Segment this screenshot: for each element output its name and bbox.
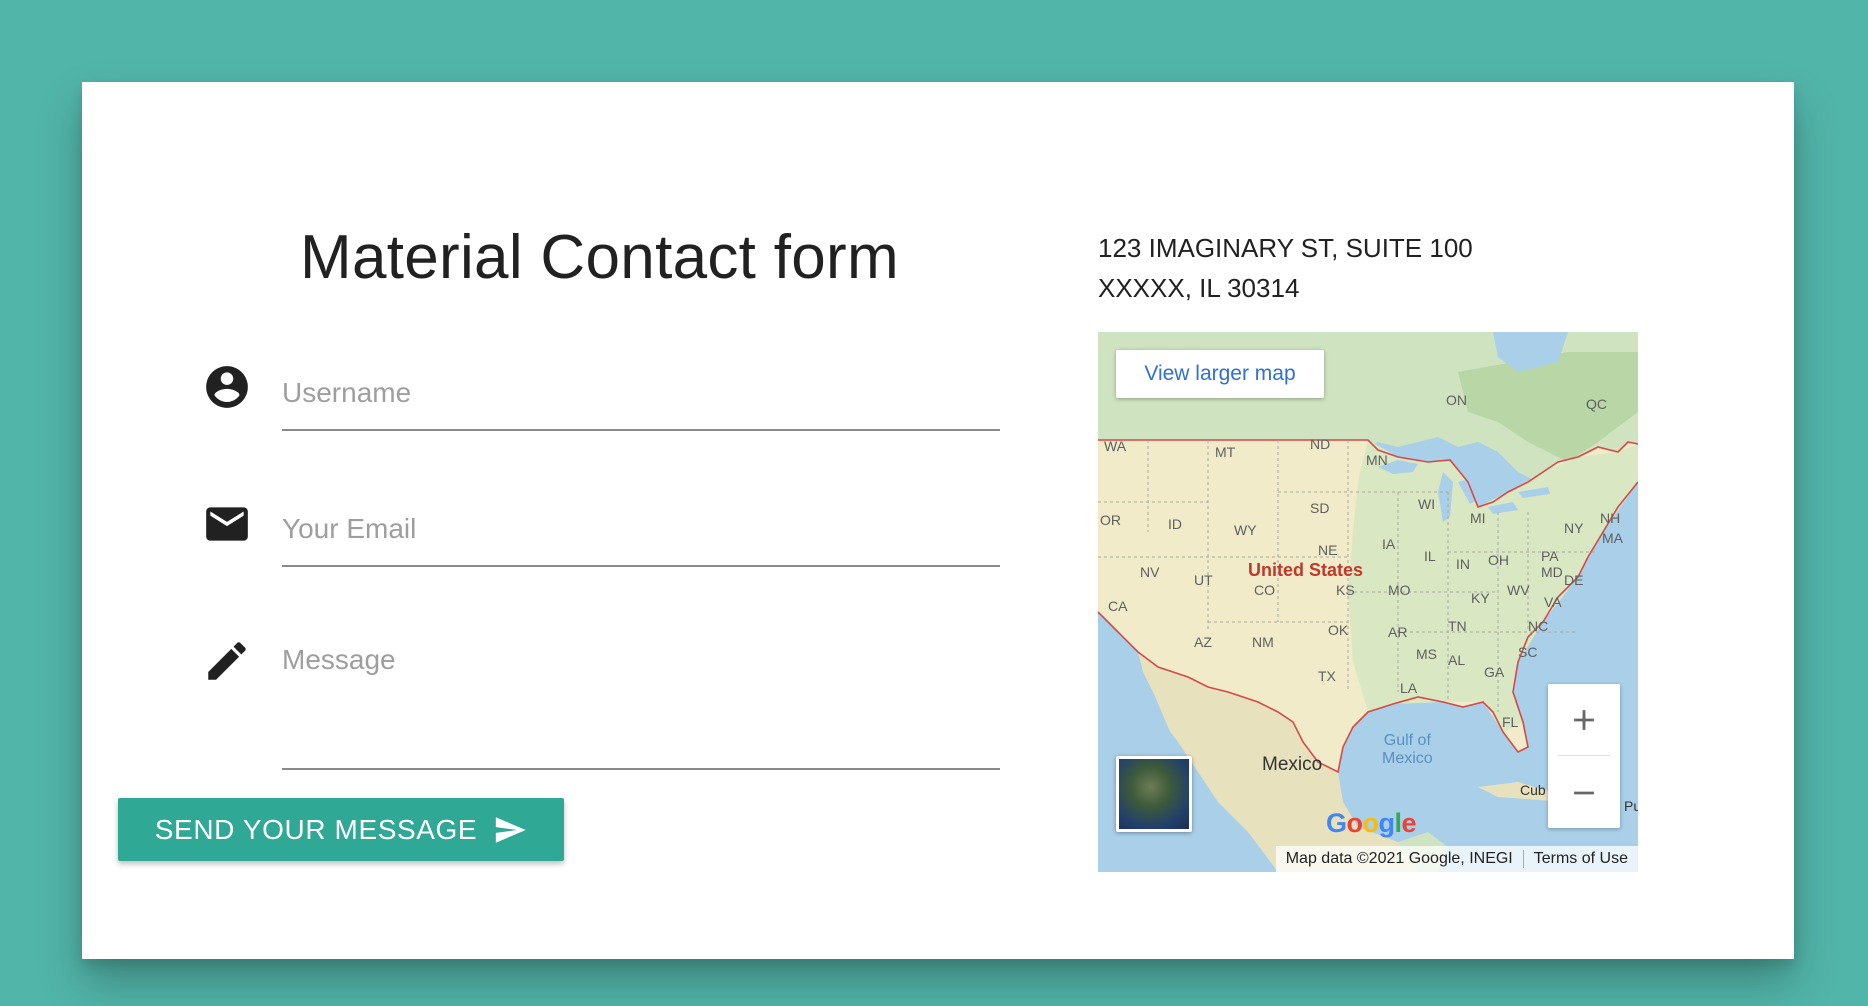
map-label-ny: NY <box>1564 520 1584 536</box>
map-label-in: IN <box>1456 556 1470 572</box>
view-larger-map-button[interactable]: View larger map <box>1116 350 1324 398</box>
map-label-md: MD <box>1541 564 1563 580</box>
map-label-ia: IA <box>1382 536 1396 552</box>
email-icon <box>202 499 252 549</box>
address-line-2: XXXXX, IL 30314 <box>1098 273 1300 303</box>
map-label-wv: WV <box>1507 582 1530 598</box>
map-label-ms: MS <box>1416 646 1437 662</box>
map-label-al: AL <box>1448 652 1466 668</box>
zoom-divider <box>1558 755 1610 756</box>
map-label-co: CO <box>1254 582 1275 598</box>
map-label-cuba: Cub <box>1520 782 1546 798</box>
map-label-pa: PA <box>1541 548 1559 564</box>
map-label-va: VA <box>1544 594 1562 610</box>
map-attribution: Map data ©2021 Google, INEGI <box>1285 850 1513 867</box>
map-label-ar: AR <box>1388 624 1408 640</box>
map-label-mi: MI <box>1470 510 1486 526</box>
map-label-oh: OH <box>1488 552 1509 568</box>
zoom-controls <box>1548 684 1620 828</box>
email-input[interactable] <box>282 504 1000 554</box>
minus-icon <box>1574 791 1594 794</box>
map-label-qc: QC <box>1586 396 1607 412</box>
map-label-or: OR <box>1100 512 1121 528</box>
map-label-united-states: United States <box>1248 560 1364 580</box>
map-label-de: DE <box>1564 572 1584 588</box>
message-input[interactable] <box>282 644 1000 754</box>
map-label-ok: OK <box>1328 622 1349 638</box>
account-circle-icon <box>202 362 252 412</box>
map-label-ks: KS <box>1336 582 1355 598</box>
map-label-on: ON <box>1446 392 1467 408</box>
map-label-mo: MO <box>1388 582 1411 598</box>
username-underline <box>282 429 1000 431</box>
map-label-wy: WY <box>1234 522 1257 538</box>
username-field <box>282 368 1000 431</box>
map-label-mt: MT <box>1215 444 1236 460</box>
map-label-tn: TN <box>1448 618 1467 634</box>
map-label-fl: FL <box>1502 714 1519 730</box>
map-label-sd: SD <box>1310 500 1330 516</box>
map-label-ca: CA <box>1108 598 1128 614</box>
map-embed[interactable]: WA MT ND MN ON QC OR ID WY SD WI MI NY N… <box>1098 332 1638 872</box>
send-button-label: SEND YOUR MESSAGE <box>154 813 478 845</box>
message-underline <box>282 768 1000 770</box>
map-label-puerto-rico: Pu <box>1624 798 1638 814</box>
map-label-id: ID <box>1168 516 1182 532</box>
pencil-icon <box>202 636 252 686</box>
zoom-in-button[interactable] <box>1548 684 1620 755</box>
plus-icon <box>1574 709 1594 730</box>
map-label-az: AZ <box>1194 634 1212 650</box>
email-field <box>282 504 1000 567</box>
map-label-gulf-of-mexico: Gulf of Mexico <box>1382 732 1433 767</box>
map-label-ne: NE <box>1318 542 1338 558</box>
map-attribution-bar: Map data ©2021 Google, INEGI Terms of Us… <box>1275 846 1638 872</box>
address-block: 123 IMAGINARY ST, SUITE 100 XXXXX, IL 30… <box>1098 228 1473 308</box>
zoom-out-button[interactable] <box>1548 757 1620 828</box>
map-label-il: IL <box>1424 548 1436 564</box>
send-icon <box>493 813 527 847</box>
map-label-ga: GA <box>1484 664 1505 680</box>
terms-of-use-link[interactable]: Terms of Use <box>1524 850 1638 868</box>
map-label-mexico: Mexico <box>1262 754 1323 775</box>
map-label-wi: WI <box>1418 496 1436 512</box>
map-label-tx: TX <box>1318 668 1336 684</box>
page-title: Material Contact form <box>300 223 899 292</box>
map-label-ut: UT <box>1194 572 1213 588</box>
map-label-nv: NV <box>1140 564 1160 580</box>
google-logo: Google <box>1326 808 1417 838</box>
map-label-nd: ND <box>1310 436 1331 452</box>
map-label-mn: MN <box>1366 452 1388 468</box>
address-line-1: 123 IMAGINARY ST, SUITE 100 <box>1098 233 1473 263</box>
message-field <box>282 644 1000 770</box>
map-label-wa: WA <box>1104 438 1127 454</box>
map-label-sc: SC <box>1518 644 1538 660</box>
username-input[interactable] <box>282 368 1000 418</box>
map-label-ky: KY <box>1471 590 1490 606</box>
map-label-ma: MA <box>1602 530 1623 546</box>
email-underline <box>282 565 1000 567</box>
map-label-la: LA <box>1400 680 1418 696</box>
satellite-view-toggle[interactable] <box>1116 756 1192 832</box>
map-label-nm: NM <box>1252 634 1274 650</box>
map-label-nh: NH <box>1600 510 1621 526</box>
map-label-nc: NC <box>1528 618 1549 634</box>
send-message-button[interactable]: SEND YOUR MESSAGE <box>118 798 564 861</box>
